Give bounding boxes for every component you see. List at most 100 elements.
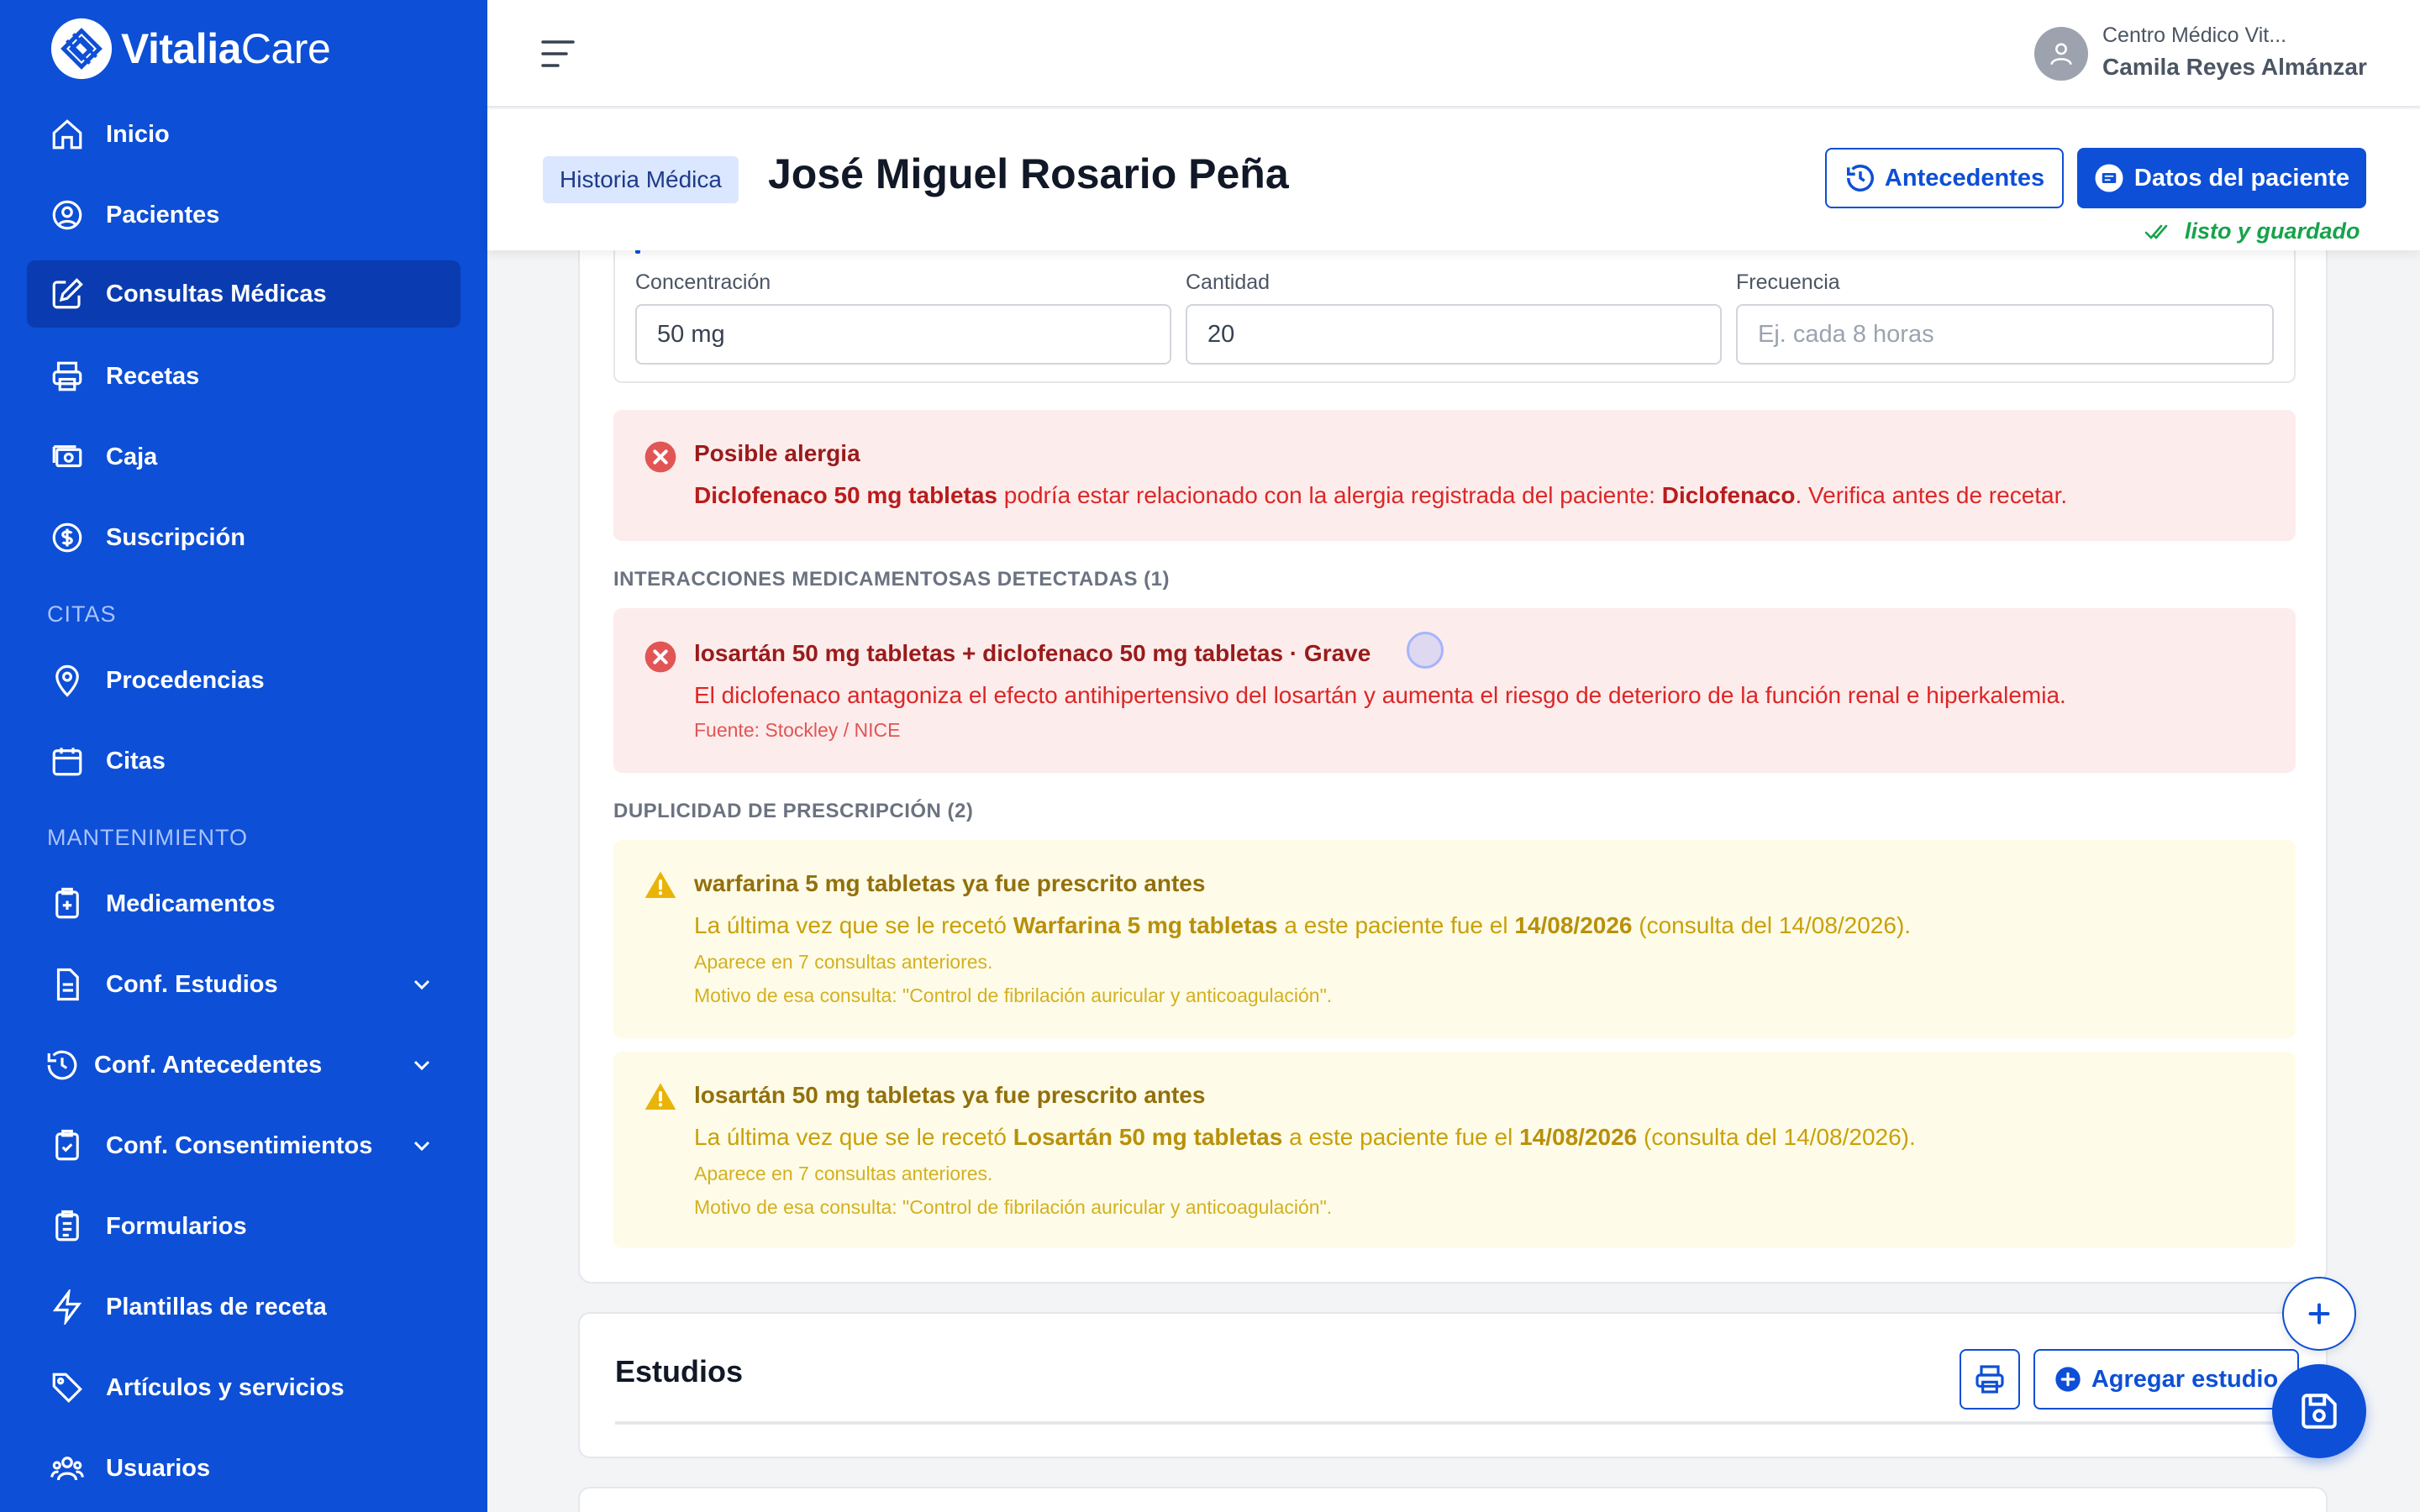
add-floating-button[interactable] bbox=[2282, 1277, 2356, 1351]
sidebar-item-inicio[interactable]: Inicio bbox=[27, 101, 460, 168]
calendar-icon bbox=[49, 743, 86, 780]
chevron-down-icon[interactable] bbox=[408, 1132, 435, 1159]
quantity-input[interactable] bbox=[1186, 304, 1722, 365]
home-icon bbox=[49, 116, 86, 153]
sidebar-item-label: Consultas Médicas bbox=[106, 280, 327, 307]
sidebar-item-usuarios[interactable]: Usuarios bbox=[27, 1435, 460, 1502]
dollar-circle-icon bbox=[49, 519, 86, 556]
print-button[interactable] bbox=[1960, 1349, 2020, 1410]
error-circle-icon bbox=[644, 641, 676, 673]
concentration-input[interactable] bbox=[635, 304, 1171, 365]
clipboard-list-icon bbox=[49, 1208, 86, 1245]
interaction-body: El diclofenaco antagoniza el efecto anti… bbox=[694, 682, 2066, 708]
sidebar-item-label: Conf. Antecedentes bbox=[94, 1051, 323, 1079]
interaction-title: losartán 50 mg tabletas + diclofenaco 50… bbox=[694, 640, 1371, 666]
avatar[interactable] bbox=[2034, 27, 2088, 81]
history-button-label: Antecedentes bbox=[1884, 164, 2045, 192]
cursor-indicator bbox=[1407, 632, 1444, 669]
sidebar-item-plantillas[interactable]: Plantillas de receta bbox=[27, 1273, 460, 1341]
section-title-mantenimiento: MANTENIMIENTO bbox=[47, 825, 249, 850]
duplicate-title: warfarina 5 mg tabletas ya fue prescrito… bbox=[694, 870, 1206, 896]
sidebar-item-recetas[interactable]: Recetas bbox=[27, 343, 460, 410]
next-section-card bbox=[578, 1487, 2328, 1512]
sidebar: VitaliaCare Inicio Pacientes Consultas M… bbox=[0, 0, 487, 1512]
sidebar-item-conf-consentimientos[interactable]: Conf. Consentimientos bbox=[27, 1112, 460, 1179]
chevron-down-icon[interactable] bbox=[408, 1052, 435, 1079]
add-study-label: Agregar estudio bbox=[2091, 1365, 2279, 1393]
warning-icon bbox=[644, 1083, 676, 1110]
duplicate-alert: losartán 50 mg tabletas ya fue prescrito… bbox=[613, 1052, 2296, 1248]
sidebar-item-label: Conf. Consentimientos bbox=[106, 1131, 373, 1159]
sidebar-item-label: Caja bbox=[106, 443, 158, 470]
sidebar-item-consultas[interactable]: Consultas Médicas bbox=[27, 260, 460, 328]
duplicate-count: Aparece en 7 consultas anteriores. bbox=[694, 1163, 993, 1184]
sidebar-item-pacientes[interactable]: Pacientes bbox=[27, 181, 460, 249]
patient-data-button[interactable]: Datos del paciente bbox=[2077, 148, 2366, 208]
duplicate-alert: warfarina 5 mg tabletas ya fue prescrito… bbox=[613, 840, 2296, 1038]
duplicate-body: La última vez que se le recetó Warfarina… bbox=[694, 912, 1912, 938]
error-circle-icon bbox=[644, 441, 676, 473]
sidebar-item-label: Artículos y servicios bbox=[106, 1373, 345, 1401]
clipboard-check-icon bbox=[49, 1127, 86, 1164]
plus-circle-icon bbox=[2055, 1367, 2081, 1392]
sidebar-item-label: Formularios bbox=[106, 1212, 247, 1240]
map-pin-icon bbox=[49, 662, 86, 699]
save-floating-button[interactable] bbox=[2272, 1364, 2366, 1458]
studies-title: Estudios bbox=[615, 1354, 744, 1389]
save-status-label: listo y guardado bbox=[2185, 218, 2360, 244]
sidebar-item-citas[interactable]: Citas bbox=[27, 727, 460, 795]
double-check-icon bbox=[2144, 224, 2168, 239]
history-button[interactable]: Antecedentes bbox=[1825, 148, 2064, 208]
sidebar-item-suscripcion[interactable]: Suscripción bbox=[27, 504, 460, 571]
sidebar-item-formularios[interactable]: Formularios bbox=[27, 1193, 460, 1260]
cash-icon bbox=[49, 438, 86, 475]
sidebar-item-procedencias[interactable]: Procedencias bbox=[27, 647, 460, 714]
logo-icon bbox=[50, 18, 113, 80]
sidebar-item-conf-estudios[interactable]: Conf. Estudios bbox=[27, 951, 460, 1018]
users-icon bbox=[49, 1450, 86, 1487]
divider bbox=[615, 1421, 2292, 1425]
printer-icon bbox=[1975, 1365, 2004, 1394]
menu-icon[interactable] bbox=[539, 37, 576, 71]
history-icon bbox=[44, 1047, 81, 1084]
interaction-alert: losartán 50 mg tabletas + diclofenaco 50… bbox=[613, 608, 2296, 773]
allergy-alert-body: Diclofenaco 50 mg tabletas podría estar … bbox=[694, 482, 2068, 508]
save-status: listo y guardado bbox=[2144, 218, 2360, 244]
document-icon bbox=[49, 966, 86, 1003]
user-icon bbox=[2050, 43, 2072, 66]
studies-card: Estudios Agregar estudio bbox=[578, 1312, 2328, 1458]
duplicates-heading: DUPLICIDAD DE PRESCRIPCIÓN (2) bbox=[613, 800, 974, 822]
duplicate-body: La última vez que se le recetó Losartán … bbox=[694, 1124, 1916, 1150]
sidebar-item-caja[interactable]: Caja bbox=[27, 423, 460, 491]
frequency-label: Frecuencia bbox=[1736, 270, 1840, 294]
save-icon bbox=[2302, 1394, 2337, 1429]
user-name[interactable]: Camila Reyes Almánzar bbox=[2102, 54, 2367, 81]
duplicate-reason: Motivo de esa consulta: "Control de fibr… bbox=[694, 1196, 1333, 1218]
top-bar: Centro Médico Vit... Camila Reyes Almánz… bbox=[487, 0, 2420, 108]
warning-icon bbox=[644, 871, 676, 898]
sidebar-item-articulos[interactable]: Artículos y servicios bbox=[27, 1354, 460, 1421]
edit-icon bbox=[49, 276, 86, 312]
sidebar-item-label: Pacientes bbox=[106, 201, 220, 228]
printer-icon bbox=[49, 358, 86, 395]
frequency-input[interactable] bbox=[1736, 304, 2274, 365]
brand-logo[interactable]: VitaliaCare bbox=[49, 15, 331, 82]
quantity-label: Cantidad bbox=[1186, 270, 1270, 294]
allergy-alert: Posible alergia Diclofenaco 50 mg tablet… bbox=[613, 410, 2296, 541]
patient-header: Historia Médica José Miguel Rosario Peña… bbox=[487, 109, 2420, 250]
chevron-down-icon[interactable] bbox=[408, 971, 435, 998]
duplicate-title: losartán 50 mg tabletas ya fue prescrito… bbox=[694, 1082, 1206, 1108]
patient-name: José Miguel Rosario Peña bbox=[768, 150, 1289, 197]
tag-icon bbox=[49, 1369, 86, 1406]
interaction-source: Fuente: Stockley / NICE bbox=[694, 719, 901, 741]
sidebar-item-conf-antecedentes[interactable]: Conf. Antecedentes bbox=[27, 1032, 460, 1099]
medical-history-badge: Historia Médica bbox=[543, 156, 739, 203]
sidebar-item-medicamentos[interactable]: Medicamentos bbox=[27, 870, 460, 937]
interactions-heading: INTERACCIONES MEDICAMENTOSAS DETECTADAS … bbox=[613, 568, 1170, 591]
add-study-button[interactable]: Agregar estudio bbox=[2033, 1349, 2299, 1410]
section-title-citas: CITAS bbox=[47, 601, 117, 627]
sidebar-item-label: Conf. Estudios bbox=[106, 970, 278, 998]
history-icon bbox=[1846, 165, 1874, 192]
duplicate-count: Aparece en 7 consultas anteriores. bbox=[694, 951, 993, 973]
medicine-icon bbox=[49, 885, 86, 922]
